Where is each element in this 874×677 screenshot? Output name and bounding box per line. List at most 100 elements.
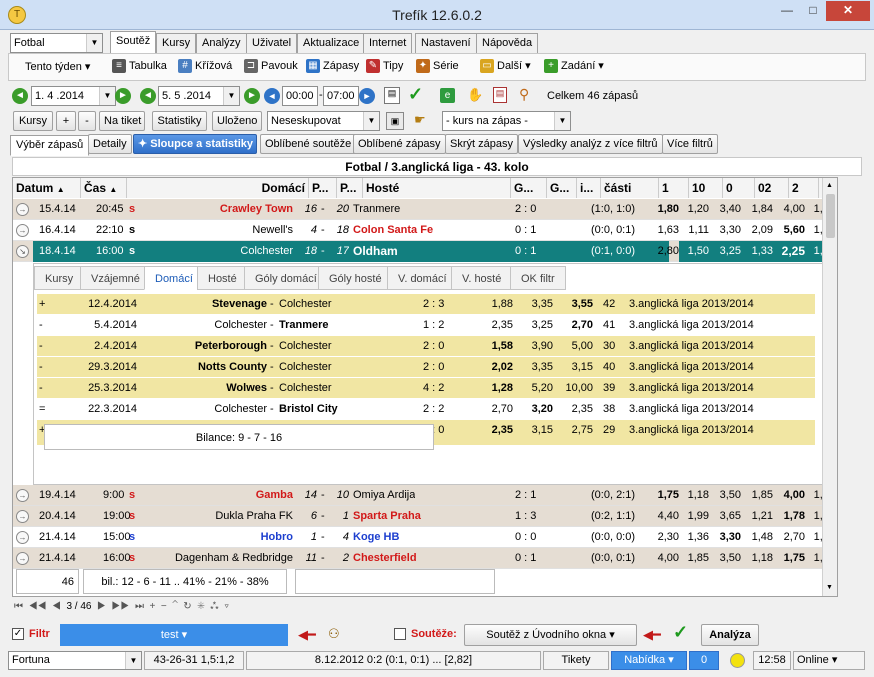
list-item[interactable]: -25.3.2014 Wolwes - Colchester 4 : 2 1,28 5,20… [37, 378, 815, 399]
star-icon[interactable]: ✳ [197, 601, 205, 612]
pavouk-button[interactable]: ⊐ Pavouk [244, 55, 298, 77]
table-row[interactable]: → 16.4.14 22:10 s Newell's 4 - 18 Colon … [13, 220, 837, 241]
grouping-select[interactable]: Neseskupovat ▼ [267, 111, 380, 131]
confirm-check-icon[interactable]: ✓ [408, 84, 423, 105]
table-row[interactable]: → 20.4.14 19:00 s Dukla Praha FK 6-1 Sparta Pr… [13, 506, 837, 527]
person-icon[interactable]: ⚇ [328, 626, 340, 642]
time-next-icon[interactable]: ► [359, 88, 375, 104]
kursy-button[interactable]: Kursy [13, 111, 53, 131]
dalsi-button[interactable]: ▭ Další ▾ [480, 55, 531, 77]
filter-icon[interactable]: ▿ [224, 601, 229, 612]
scroll-down-icon[interactable]: ▼ [826, 584, 833, 591]
minus-button[interactable]: - [78, 111, 96, 131]
expand-icon[interactable]: → [16, 510, 29, 523]
expand-icon[interactable]: → [16, 224, 29, 237]
date-from-field[interactable]: 1. 4 .2014 ▼ [31, 86, 116, 106]
prev-date-icon[interactable]: ◄ [12, 88, 28, 104]
week-dropdown[interactable]: Tento týden ▾ [25, 56, 90, 78]
tab-sloupce[interactable]: ✦ Sloupce a statistiky [133, 134, 257, 154]
close-button[interactable]: ✕ [826, 1, 870, 21]
col-10[interactable]: 10 [689, 178, 723, 198]
zadani-button[interactable]: + Zadání ▾ [544, 55, 604, 77]
calendar-icon[interactable]: ▤ [384, 87, 400, 104]
list-item[interactable]: -5.4.2014 Colchester - Tranmere 1 : 2 2,35 3,2… [37, 315, 815, 336]
remove-icon[interactable]: − [161, 601, 167, 612]
first-page-icon[interactable]: ⏮ [14, 601, 23, 612]
ulozeno-button[interactable]: Uloženo [212, 111, 262, 131]
zapasy-button[interactable]: ▦ Zápasy [306, 55, 359, 77]
date-to-field[interactable]: 5. 5 .2014 ▼ [158, 86, 240, 106]
table-row[interactable]: → 21.4.14 16:00 s Dagenham & Redbridge 11-2 Ch… [13, 548, 837, 569]
minimize-button[interactable]: — [774, 1, 800, 21]
pointing-hand-icon[interactable]: ☛ [414, 112, 426, 128]
magic-search-icon[interactable]: ⚲ [519, 86, 529, 103]
souteze-dropdown[interactable]: Soutěž z Úvodního okna ▾ [464, 624, 637, 646]
filter-checkbox[interactable]: ✓ [12, 628, 24, 640]
tab-internet[interactable]: Internet [363, 33, 413, 53]
save-icon[interactable]: ▣ [386, 112, 404, 130]
list-item[interactable]: -2.4.2014 Peterborough - Colchester 2 : 0 1,5… [37, 336, 815, 357]
tab-analyzy[interactable]: Analýzy [196, 33, 247, 53]
excel-icon[interactable]: e [440, 88, 455, 103]
col-02[interactable]: 02 [755, 178, 789, 198]
col-hoste[interactable]: Hosté [363, 178, 511, 198]
tab-vyber-zapasu[interactable]: Výběr zápasů [10, 135, 90, 156]
subtab-v-hoste[interactable]: V. hosté [451, 266, 513, 290]
tab-napoveda[interactable]: Nápověda [476, 33, 539, 53]
table-row[interactable]: → 21.4.14 15:00 s Hobro 1-4 Koge HB 0 : 0 (0:0, … [13, 527, 837, 548]
edit-icon[interactable]: ⌃ [172, 601, 177, 612]
tipy-button[interactable]: ✎ Tipy [366, 55, 403, 77]
statistiky-button[interactable]: Statistiky [152, 111, 207, 131]
table-row[interactable]: → 19.4.14 9:00 s Gamba 14-10 Omiya Ardija 2 : 1… [13, 485, 837, 506]
time-prev-icon[interactable]: ◄ [264, 88, 280, 104]
subtab-goly-domaci[interactable]: Góly domácí [244, 266, 328, 290]
hand-icon[interactable]: ✋ [467, 87, 483, 103]
col-g2[interactable]: G... [547, 178, 577, 198]
online-dropdown[interactable]: Online ▾ [793, 651, 865, 670]
bookmaker-select[interactable]: Fortuna ▼ [8, 651, 142, 670]
next-page-fast-icon[interactable]: ▶▶ [112, 601, 130, 612]
tab-uzivatel[interactable]: Uživatel [246, 33, 298, 53]
prev-page-fast-icon[interactable]: ◀◀ [29, 601, 47, 612]
col-p2[interactable]: P... [337, 178, 363, 198]
serie-button[interactable]: ✦ Série [416, 55, 459, 77]
prev-page-icon[interactable]: ◀ [52, 601, 61, 612]
col-domaci[interactable]: Domácí [127, 178, 309, 198]
tab-detaily[interactable]: Detaily [88, 134, 132, 154]
subtab-goly-hoste[interactable]: Góly hosté [318, 266, 393, 290]
krizova-button[interactable]: # Křížová [178, 55, 232, 77]
expand-icon[interactable]: → [16, 489, 29, 502]
tab-skryt-zapasy[interactable]: Skrýt zápasy [445, 134, 518, 154]
expand-icon[interactable]: → [16, 531, 29, 544]
subtab-v-domaci[interactable]: V. domácí [387, 266, 458, 290]
list-item[interactable]: -29.3.2014 Notts County - Colchester 2 : 0 2,… [37, 357, 815, 378]
plus-button[interactable]: + [56, 111, 76, 131]
maximize-button[interactable]: □ [800, 1, 826, 21]
collapse-icon[interactable]: ↘ [16, 245, 29, 258]
analyza-button[interactable]: Analýza [701, 624, 759, 646]
tab-aktualizace[interactable]: Aktualizace [297, 33, 366, 53]
col-cas[interactable]: Čas ▲ [81, 178, 127, 198]
subtab-ok-filtr[interactable]: OK filtr [510, 266, 566, 290]
time-from-field[interactable]: 00:00 [282, 86, 318, 106]
table-row-selected[interactable]: ↘ 18.4.14 16:00 s Colchester 18 - 17 Old… [13, 241, 837, 262]
col-datum[interactable]: Datum ▲ [13, 178, 81, 198]
sport-select[interactable]: Fotbal ▼ [10, 33, 103, 53]
add-icon[interactable]: + [150, 601, 156, 612]
souteze-checkbox[interactable] [394, 628, 406, 640]
scroll-thumb[interactable] [826, 194, 835, 238]
expand-icon[interactable]: → [16, 203, 29, 216]
report-icon[interactable]: ▤ [493, 87, 507, 103]
grid-scrollbar[interactable]: ▲ ▼ [822, 178, 837, 596]
na-tiket-button[interactable]: Na tiket [99, 111, 145, 131]
refresh-icon[interactable]: ↻ [183, 601, 191, 612]
col-i[interactable]: i... [577, 178, 601, 198]
col-casti[interactable]: části [601, 178, 659, 198]
next-page-icon[interactable]: ▶ [97, 601, 106, 612]
last-page-icon[interactable]: ⏭ [135, 601, 144, 612]
col-2[interactable]: 2 [789, 178, 819, 198]
tab-nastaveni[interactable]: Nastavení [415, 33, 477, 53]
col-g1[interactable]: G... [511, 178, 547, 198]
tab-oblibene-zapasy[interactable]: Oblíbené zápasy [353, 134, 446, 154]
next-date-icon[interactable]: ► [115, 88, 131, 104]
